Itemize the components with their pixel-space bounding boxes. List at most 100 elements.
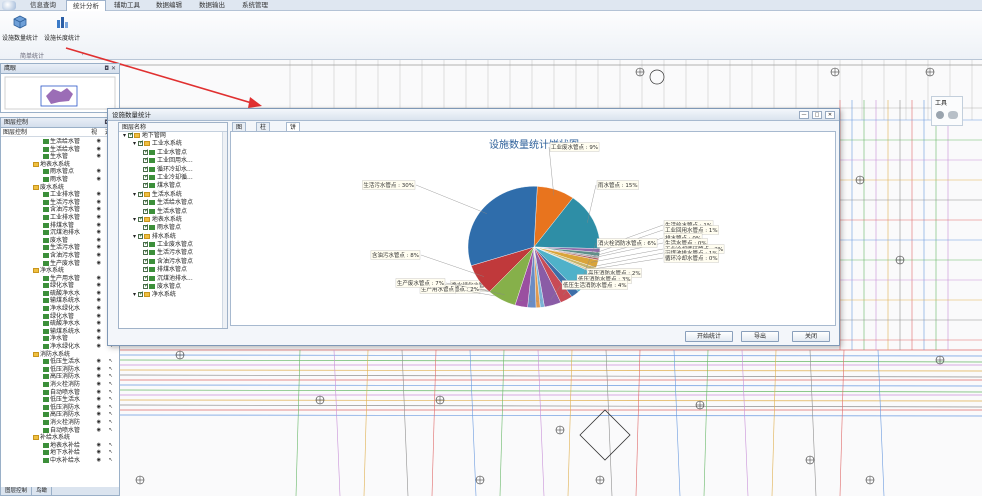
pan-icon[interactable] bbox=[948, 111, 958, 119]
layer-row[interactable]: 补给水系统 bbox=[1, 434, 119, 442]
visibility-icon[interactable]: ◉ bbox=[97, 260, 101, 268]
visibility-icon[interactable]: ◉ bbox=[97, 457, 101, 465]
selectable-icon[interactable]: ↖ bbox=[109, 404, 113, 412]
tree-checkbox[interactable] bbox=[143, 173, 149, 181]
visibility-icon[interactable]: ◉ bbox=[97, 411, 101, 419]
tree-checkbox[interactable] bbox=[143, 248, 149, 257]
tree-row[interactable]: 工业水管点 bbox=[119, 148, 227, 157]
tree-scrollbar[interactable] bbox=[222, 132, 227, 328]
menu-tab-4[interactable]: 数据输出 bbox=[193, 0, 231, 11]
visibility-icon[interactable]: ◉ bbox=[97, 381, 101, 389]
visibility-icon[interactable]: ◉ bbox=[97, 427, 101, 435]
close-button[interactable]: 关闭 bbox=[792, 331, 830, 342]
visibility-icon[interactable]: ◉ bbox=[97, 442, 101, 450]
tree-row[interactable]: ▾ 净水系统 bbox=[119, 290, 227, 299]
layer-row[interactable]: 沉煤池排水◉↖ bbox=[1, 229, 119, 237]
visibility-icon[interactable]: ◉ bbox=[97, 282, 101, 290]
group-launcher-icon[interactable]: ⌐ bbox=[82, 51, 87, 58]
layer-row[interactable]: 工业排水管◉↖ bbox=[1, 191, 119, 199]
visibility-icon[interactable]: ◉ bbox=[97, 305, 101, 313]
tree-row[interactable]: 雨水管点 bbox=[119, 223, 227, 232]
visibility-icon[interactable]: ◉ bbox=[97, 199, 101, 207]
tree-row[interactable]: 生活水管点 bbox=[119, 207, 227, 216]
visibility-icon[interactable]: ◉ bbox=[97, 320, 101, 328]
tree-checkbox[interactable] bbox=[143, 274, 149, 282]
visibility-icon[interactable]: ◉ bbox=[97, 313, 101, 321]
layer-row[interactable]: 雨水管点◉↖ bbox=[1, 168, 119, 176]
selectable-icon[interactable]: ↖ bbox=[109, 442, 113, 450]
selectable-icon[interactable]: ↖ bbox=[109, 396, 113, 404]
tab-birdseye[interactable]: 鸟瞰 bbox=[32, 487, 53, 495]
overview-map[interactable] bbox=[1, 74, 119, 112]
tree-row[interactable]: 生活污水管点 bbox=[119, 248, 227, 257]
visibility-icon[interactable]: ◉ bbox=[97, 449, 101, 457]
info-icon[interactable] bbox=[936, 111, 944, 119]
tree-checkbox[interactable] bbox=[143, 181, 149, 190]
visibility-icon[interactable]: ◉ bbox=[97, 176, 101, 184]
tree-row[interactable]: ▾ 生活水系统 bbox=[119, 190, 227, 199]
facility-length-button[interactable]: 设施长度统计 bbox=[42, 13, 82, 49]
layer-row[interactable]: 消火栓消防 ◉ ↖ bbox=[1, 419, 119, 427]
layer-row[interactable]: 排煤水管◉↖ bbox=[1, 222, 119, 230]
tree-checkbox[interactable] bbox=[143, 156, 149, 165]
visibility-icon[interactable]: ◉ bbox=[97, 290, 101, 298]
visibility-icon[interactable]: ◉ bbox=[97, 419, 101, 427]
layer-row[interactable]: 生活给水管◉↖ bbox=[1, 138, 119, 146]
layer-row[interactable]: 中水补给水 ◉ ↖ bbox=[1, 457, 119, 465]
visibility-icon[interactable]: ◉ bbox=[97, 191, 101, 199]
menu-tab-0[interactable]: 信息查询 bbox=[24, 0, 62, 11]
selectable-icon[interactable]: ↖ bbox=[109, 381, 113, 389]
layer-row[interactable]: 雨水管◉↖ bbox=[1, 176, 119, 184]
selectable-icon[interactable]: ↖ bbox=[109, 373, 113, 381]
visibility-icon[interactable]: ◉ bbox=[97, 335, 101, 343]
visibility-icon[interactable]: ◉ bbox=[97, 214, 101, 222]
selectable-icon[interactable]: ↖ bbox=[109, 366, 113, 374]
visibility-icon[interactable]: ◉ bbox=[97, 153, 101, 161]
layer-row[interactable]: 硫酸净水水◉↖ bbox=[1, 320, 119, 328]
visibility-icon[interactable]: ◉ bbox=[97, 373, 101, 381]
tab-layer-control[interactable]: 图层控制 bbox=[1, 487, 33, 495]
visibility-icon[interactable]: ◉ bbox=[97, 244, 101, 252]
layer-row[interactable]: 净水系统 bbox=[1, 267, 119, 275]
tree-row[interactable]: 循环冷却水... bbox=[119, 165, 227, 174]
layer-row[interactable]: 含油污水管◉↖ bbox=[1, 206, 119, 214]
visibility-icon[interactable]: ◉ bbox=[97, 389, 101, 397]
menu-tab-1[interactable]: 统计分析 bbox=[66, 0, 106, 11]
selectable-icon[interactable]: ↖ bbox=[109, 419, 113, 427]
layer-row[interactable]: 消火栓消防 ◉ ↖ bbox=[1, 381, 119, 389]
start-stats-button[interactable]: 开始统计 bbox=[685, 331, 733, 342]
tree-checkbox[interactable] bbox=[137, 139, 144, 148]
export-button[interactable]: 导出 bbox=[741, 331, 779, 342]
close-window-button[interactable]: ✕ bbox=[825, 111, 835, 119]
tree-row[interactable]: 煤水管点 bbox=[119, 181, 227, 190]
layer-row[interactable]: 输煤系统水◉↖ bbox=[1, 297, 119, 305]
visibility-icon[interactable]: ◉ bbox=[97, 297, 101, 305]
visibility-icon[interactable]: ◉ bbox=[97, 237, 101, 245]
tree-row[interactable]: 含油污水管点 bbox=[119, 257, 227, 266]
visibility-icon[interactable]: ◉ bbox=[97, 138, 101, 146]
tree-checkbox[interactable] bbox=[143, 257, 149, 265]
tree-checkbox[interactable] bbox=[143, 198, 149, 207]
visibility-icon[interactable]: ◉ bbox=[97, 229, 101, 237]
tree-checkbox[interactable] bbox=[127, 131, 134, 139]
maximize-button[interactable]: □ bbox=[812, 111, 822, 119]
layer-row[interactable]: 净水管◉↖ bbox=[1, 335, 119, 343]
tree-checkbox[interactable] bbox=[143, 240, 149, 248]
layer-row[interactable]: 高压消防水 ◉ ↖ bbox=[1, 411, 119, 419]
overview-pin-icon[interactable]: ◘ ✕ bbox=[104, 64, 116, 74]
menu-tab-3[interactable]: 数据编辑 bbox=[150, 0, 188, 11]
visibility-icon[interactable]: ◉ bbox=[97, 168, 101, 176]
tree-checkbox[interactable] bbox=[143, 148, 149, 156]
layer-row[interactable]: 低压生活水 ◉ ↖ bbox=[1, 396, 119, 404]
selectable-icon[interactable]: ↖ bbox=[109, 457, 113, 465]
tree-checkbox[interactable] bbox=[143, 282, 149, 290]
visibility-icon[interactable]: ◉ bbox=[97, 206, 101, 214]
visibility-icon[interactable]: ◉ bbox=[97, 222, 101, 230]
tree-row[interactable]: 生活给水管点 bbox=[119, 198, 227, 207]
layer-row[interactable]: 生水管◉↖ bbox=[1, 153, 119, 161]
layer-row[interactable]: 工业排水管◉↖ bbox=[1, 214, 119, 222]
menu-tab-5[interactable]: 系统管理 bbox=[236, 0, 274, 11]
layer-row[interactable]: 高压消防水 ◉ ↖ bbox=[1, 373, 119, 381]
tree-checkbox[interactable] bbox=[143, 165, 149, 173]
layer-row[interactable]: 含油污水管◉↖ bbox=[1, 252, 119, 260]
